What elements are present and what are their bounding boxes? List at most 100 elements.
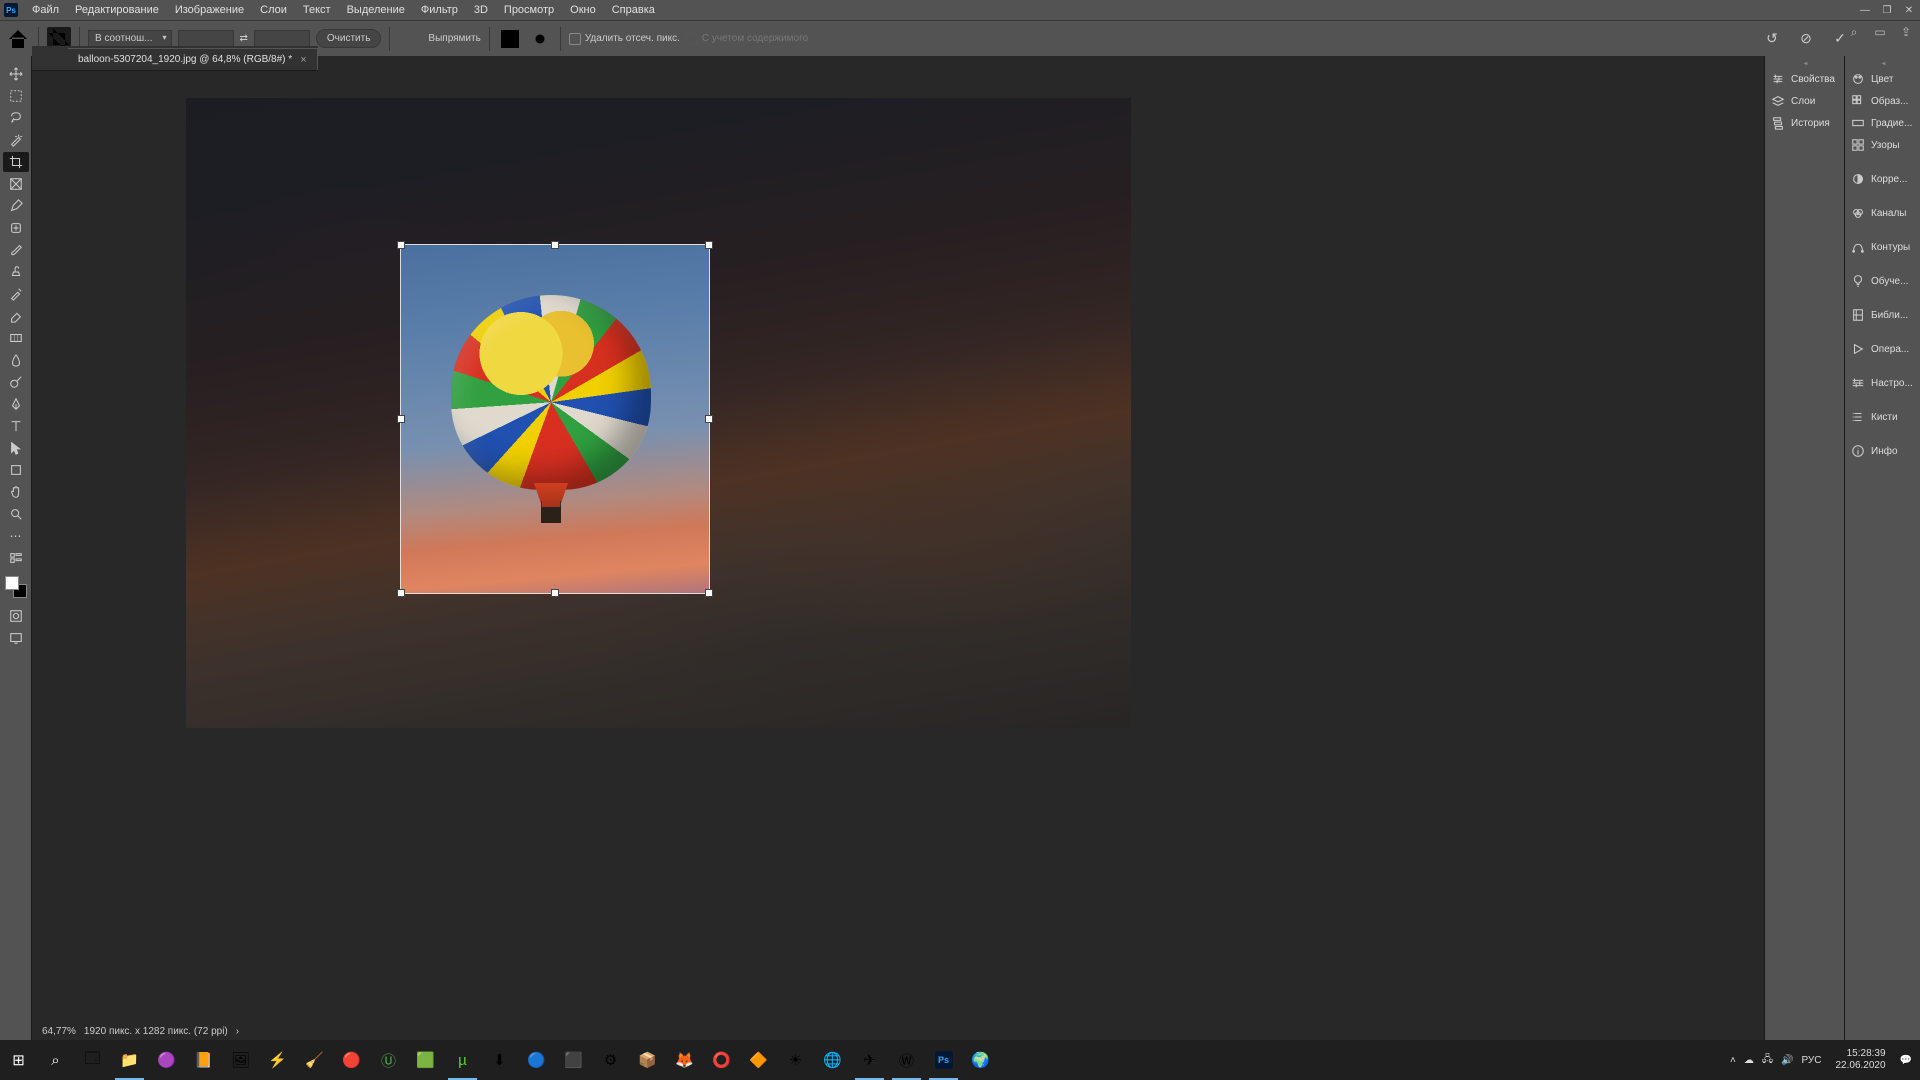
panel-channels[interactable]: Каналы — [1845, 202, 1920, 224]
crop-height-input[interactable] — [254, 30, 310, 48]
taskbar-app-8[interactable]: 🔴 — [333, 1040, 370, 1080]
panel-patterns[interactable]: Узоры — [1845, 134, 1920, 156]
taskbar-app-14[interactable]: ⬛ — [555, 1040, 592, 1080]
panel-tool-presets[interactable]: Настро... — [1845, 372, 1920, 394]
taskbar-steam[interactable]: ⚙ — [592, 1040, 629, 1080]
crop-handle-mr[interactable] — [705, 415, 713, 423]
pen-tool[interactable] — [3, 394, 29, 414]
swap-icon[interactable]: ⇄ — [240, 33, 248, 44]
brush-tool[interactable] — [3, 240, 29, 260]
taskbar-app-16[interactable]: 📦 — [629, 1040, 666, 1080]
crop-handle-tc[interactable] — [551, 241, 559, 249]
taskbar-edge[interactable]: 🌐 — [814, 1040, 851, 1080]
straighten-icon[interactable] — [398, 27, 422, 51]
menu-window[interactable]: Окно — [562, 2, 604, 18]
taskbar-app-7[interactable]: 🧹 — [296, 1040, 333, 1080]
foreground-color[interactable] — [5, 576, 19, 590]
ratio-mode-dropdown[interactable]: В соотнош... — [88, 30, 172, 47]
panel-layers[interactable]: Слои — [1765, 90, 1844, 112]
crop-selection[interactable] — [400, 244, 710, 594]
panel-history[interactable]: История — [1765, 112, 1844, 134]
edit-toolbar[interactable] — [3, 548, 29, 568]
panel-info[interactable]: Инфо — [1845, 440, 1920, 462]
panel-libraries[interactable]: Библи... — [1845, 304, 1920, 326]
content-aware-checkbox[interactable]: С учетом содержимого — [686, 33, 808, 45]
canvas-area[interactable]: 64,77% 1920 пикс. x 1282 пикс. (72 ppi) … — [32, 56, 1764, 1041]
menu-file[interactable]: Файл — [24, 2, 67, 18]
tray-language[interactable]: РУС — [1801, 1055, 1821, 1066]
crop-handle-tr[interactable] — [705, 241, 713, 249]
delete-cropped-checkbox[interactable]: Удалить отсеч. пикс. — [569, 33, 680, 45]
panel-swatches[interactable]: Образ... — [1845, 90, 1920, 112]
crop-handle-ml[interactable] — [397, 415, 405, 423]
taskbar-app-13[interactable]: 🔵 — [518, 1040, 555, 1080]
taskbar-app-9[interactable]: Ⓤ — [370, 1040, 407, 1080]
taskbar-app-18[interactable]: ⭕ — [703, 1040, 740, 1080]
tool-overflow[interactable]: ⋯ — [3, 526, 29, 546]
zoom-level[interactable]: 64,77% — [42, 1026, 76, 1037]
taskbar-firefox[interactable]: 🦊 — [666, 1040, 703, 1080]
taskbar-chrome[interactable]: 🌍 — [962, 1040, 999, 1080]
cancel-crop-icon[interactable]: ⊘ — [1796, 29, 1816, 49]
zoom-tool[interactable] — [3, 504, 29, 524]
window-restore[interactable]: ❐ — [1876, 0, 1898, 20]
tab-close-icon[interactable]: × — [300, 54, 306, 66]
quick-mask-toggle[interactable] — [3, 606, 29, 626]
overlay-grid-icon[interactable] — [498, 27, 522, 51]
shape-tool[interactable] — [3, 460, 29, 480]
panel-paths[interactable]: Контуры — [1845, 236, 1920, 258]
crop-settings-icon[interactable] — [528, 27, 552, 51]
history-brush-tool[interactable] — [3, 284, 29, 304]
crop-handle-tl[interactable] — [397, 241, 405, 249]
panel-gradients[interactable]: Градие... — [1845, 112, 1920, 134]
tray-network-icon[interactable]: 🖧 — [1762, 1052, 1773, 1069]
taskbar-app-4[interactable]: 📙 — [185, 1040, 222, 1080]
taskbar-app-6[interactable]: ⚡ — [259, 1040, 296, 1080]
taskbar-telegram[interactable]: ✈ — [851, 1040, 888, 1080]
taskbar-app-10[interactable]: 🟩 — [407, 1040, 444, 1080]
panel-adjustments[interactable]: Корре... — [1845, 168, 1920, 190]
document-tab[interactable]: balloon-5307204_1920.jpg @ 64,8% (RGB/8#… — [68, 48, 318, 70]
share-icon[interactable]: ⇪ — [1898, 24, 1914, 40]
crop-handle-bl[interactable] — [397, 589, 405, 597]
menu-help[interactable]: Справка — [604, 2, 663, 18]
taskbar-app-20[interactable]: ☀ — [777, 1040, 814, 1080]
panel-properties[interactable]: Свойства — [1765, 68, 1844, 90]
taskbar-app-3[interactable]: 🟣 — [148, 1040, 185, 1080]
lasso-tool[interactable] — [3, 108, 29, 128]
panel-actions[interactable]: Опера... — [1845, 338, 1920, 360]
clear-button[interactable]: Очистить — [316, 29, 382, 48]
taskbar-vlc[interactable]: 🔶 — [740, 1040, 777, 1080]
tray-volume-icon[interactable]: 🔊 — [1781, 1055, 1793, 1066]
magic-wand-tool[interactable] — [3, 130, 29, 150]
type-tool[interactable] — [3, 416, 29, 436]
path-select-tool[interactable] — [3, 438, 29, 458]
clone-stamp-tool[interactable] — [3, 262, 29, 282]
eyedropper-tool[interactable] — [3, 196, 29, 216]
system-clock[interactable]: 15:28:39 22.06.2020 — [1829, 1048, 1891, 1072]
panel-color[interactable]: Цвет — [1845, 68, 1920, 90]
blur-tool[interactable] — [3, 350, 29, 370]
dodge-tool[interactable] — [3, 372, 29, 392]
menu-layers[interactable]: Слои — [252, 2, 295, 18]
crop-handle-br[interactable] — [705, 589, 713, 597]
search-button[interactable]: ⌕ — [37, 1040, 74, 1080]
search-icon[interactable]: ⌕ — [1846, 24, 1862, 40]
screen-mode-toggle[interactable] — [3, 628, 29, 648]
healing-brush-tool[interactable] — [3, 218, 29, 238]
move-tool[interactable] — [3, 64, 29, 84]
menu-filter[interactable]: Фильтр — [413, 2, 466, 18]
menu-image[interactable]: Изображение — [167, 2, 252, 18]
tray-cloud-icon[interactable]: ☁ — [1744, 1055, 1754, 1066]
home-button[interactable] — [6, 27, 30, 51]
crop-tool[interactable] — [3, 152, 29, 172]
reset-crop-icon[interactable]: ↺ — [1762, 29, 1782, 49]
tray-notifications-icon[interactable]: 💬 — [1900, 1055, 1912, 1066]
taskbar-app-5[interactable]: 🖼 — [222, 1040, 259, 1080]
panel-collapse-handle-2[interactable] — [1845, 60, 1920, 68]
crop-handle-bc[interactable] — [551, 589, 559, 597]
taskbar-app-23[interactable]: Ⓦ — [888, 1040, 925, 1080]
tray-chevron-icon[interactable]: ˄ — [1730, 1055, 1736, 1066]
color-swatches[interactable] — [5, 576, 27, 598]
window-close[interactable]: ✕ — [1898, 0, 1920, 20]
